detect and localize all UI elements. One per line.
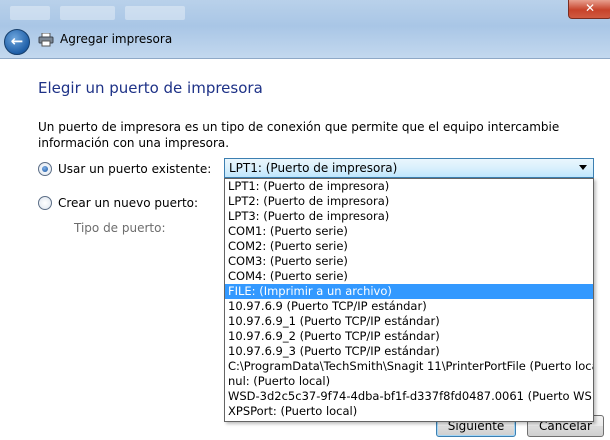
page-heading: Elegir un puerto de impresora (38, 79, 263, 97)
port-type-label: Tipo de puerto: (74, 221, 166, 235)
wizard-content: Elegir un puerto de impresora Un puerto … (0, 59, 610, 440)
dropdown-item[interactable]: FILE: (Imprimir a un archivo) (225, 284, 593, 299)
page-description: Un puerto de impresora es un tipo de con… (38, 120, 560, 150)
dropdown-item[interactable]: XPSPort: (Puerto local) (225, 404, 593, 419)
port-dropdown-list[interactable]: LPT1: (Puerto de impresora) LPT2: (Puerto… (224, 178, 594, 422)
dropdown-item[interactable]: C:\ProgramData\TechSmith\Snagit 11\Print… (225, 359, 593, 374)
port-select-value: LPT1: (Puerto de impresora) (229, 161, 398, 175)
radio-existing-label: Usar un puerto existente: (58, 162, 212, 176)
dropdown-item[interactable]: 10.97.6.9_1 (Puerto TCP/IP estándar) (225, 314, 593, 329)
window-title: Agregar impresora (60, 32, 173, 46)
dropdown-item[interactable]: COM4: (Puerto serie) (225, 269, 593, 284)
dropdown-item[interactable]: 10.97.6.9 (Puerto TCP/IP estándar) (225, 299, 593, 314)
radio-new-label: Crear un nuevo puerto: (58, 196, 199, 210)
dropdown-item[interactable]: COM2: (Puerto serie) (225, 239, 593, 254)
radio-existing-port[interactable]: Usar un puerto existente: (38, 162, 211, 176)
dropdown-item[interactable]: COM1: (Puerto serie) (225, 224, 593, 239)
port-select[interactable]: LPT1: (Puerto de impresora) (224, 158, 594, 178)
dropdown-item[interactable]: 10.97.6.9_2 (Puerto TCP/IP estándar) (225, 329, 593, 344)
dropdown-item[interactable]: LPT1: (Puerto de impresora) (225, 179, 593, 194)
dropdown-item[interactable]: LPT3: (Puerto de impresora) (225, 209, 593, 224)
chevron-down-icon[interactable] (579, 165, 587, 170)
close-icon[interactable]: ✕ (568, 0, 610, 19)
printer-icon (38, 33, 54, 47)
background-blur (125, 6, 185, 20)
background-blur (60, 6, 115, 20)
dropdown-item[interactable]: LPT2: (Puerto de impresora) (225, 194, 593, 209)
window-titlebar: ✕ ← Agregar impresora (0, 0, 610, 59)
radio-new-port[interactable]: Crear un nuevo puerto: (38, 196, 198, 210)
dropdown-item[interactable]: COM3: (Puerto serie) (225, 254, 593, 269)
radio-button[interactable] (38, 196, 52, 210)
dropdown-item[interactable]: 10.97.6.9_3 (Puerto TCP/IP estándar) (225, 344, 593, 359)
background-blur (10, 6, 50, 20)
dropdown-item[interactable]: WSD-3d2c5c37-9f74-4dba-bf1f-d337f8fd0487… (225, 389, 593, 404)
dropdown-item[interactable]: nul: (Puerto local) (225, 374, 593, 389)
radio-button-checked[interactable] (38, 162, 52, 176)
back-arrow-icon[interactable]: ← (4, 29, 30, 55)
